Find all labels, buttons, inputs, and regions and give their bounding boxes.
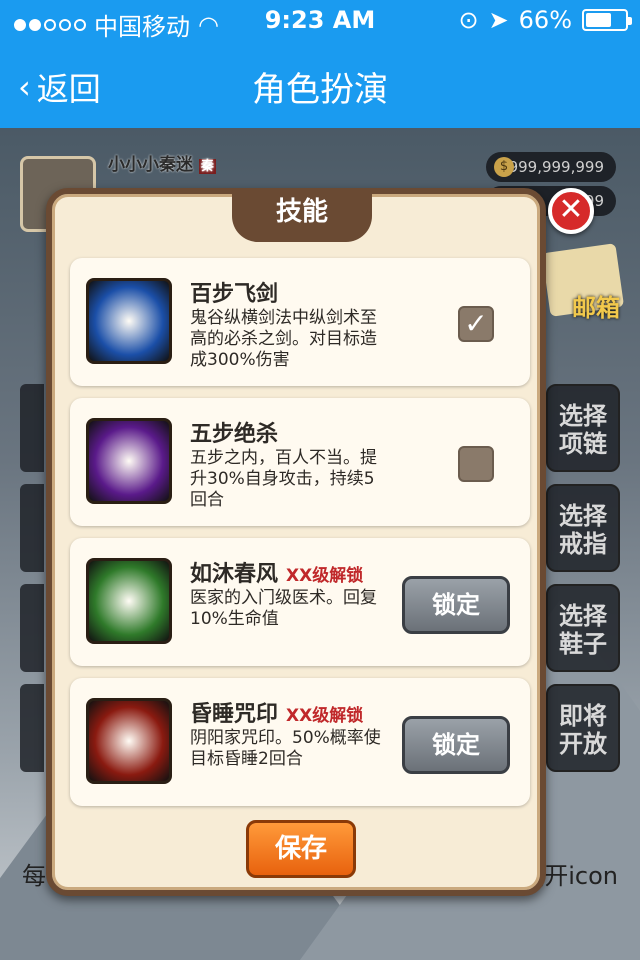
location-icon: ➤ [488, 6, 509, 34]
coin-value: 999,999,999 [508, 158, 604, 176]
unlock-level: XX级解锁 [286, 706, 364, 726]
skill-dialog: 技能 百步飞剑 鬼谷纵横剑法中纵剑术至高的必杀之剑。对目标造成300%伤害 ✓ … [46, 188, 546, 896]
skill-desc: 阴阳家咒印。50%概率使目标昏睡2回合 [190, 728, 381, 769]
skill-desc: 鬼谷纵横剑法中纵剑术至高的必杀之剑。对目标造成300%伤害 [190, 308, 377, 370]
nav-bar: ‹ 返回 角色扮演 [0, 40, 640, 128]
flying-swords-icon [86, 278, 172, 364]
skill-checkbox[interactable]: ✓ [458, 306, 494, 342]
skill-name: 五步绝杀 [190, 422, 279, 447]
coin-icon: $ [494, 157, 514, 177]
lock-rotation-icon: ⊙ [458, 6, 479, 34]
lock-button[interactable]: 锁定 [402, 716, 510, 774]
left-slot-1[interactable] [20, 384, 44, 472]
page-title: 角色扮演 [252, 70, 388, 110]
dialog-title: 技能 [232, 188, 372, 242]
player-name: 小小小秦迷 秦 [108, 155, 216, 175]
kill-slash-icon [86, 418, 172, 504]
select-necklace-button[interactable]: 选择 项链 [546, 384, 620, 472]
coin-counter: $999,999,999 [486, 152, 616, 182]
battery-fill [586, 13, 612, 27]
player-tag: 秦 [198, 159, 216, 174]
skill-card: 昏睡咒印 XX级解锁 阴阳家咒印。50%概率使目标昏睡2回合 锁定 [70, 678, 530, 806]
skill-desc: 医家的入门级医术。回复10%生命值 [190, 588, 377, 629]
skill-name: 昏睡咒印 XX级解锁 [190, 702, 364, 727]
mail-label: 邮箱 [572, 294, 620, 322]
left-slot-4[interactable] [20, 684, 44, 772]
skill-card[interactable]: 五步绝杀 五步之内，百人不当。提升30%自身攻击，持续5回合 [70, 398, 530, 526]
spring-breeze-icon [86, 558, 172, 644]
skill-name: 百步飞剑 [190, 282, 279, 307]
coming-soon-button[interactable]: 即将 开放 [546, 684, 620, 772]
battery-icon [582, 9, 632, 31]
left-slot-3[interactable] [20, 584, 44, 672]
select-ring-button[interactable]: 选择 戒指 [546, 484, 620, 572]
left-slot-2[interactable] [20, 484, 44, 572]
skill-name: 如沐春风 XX级解锁 [190, 562, 364, 587]
unlock-level: XX级解锁 [286, 566, 364, 586]
skill-card: 如沐春风 XX级解锁 医家的入门级医术。回复10%生命值 锁定 [70, 538, 530, 666]
save-button[interactable]: 保存 [246, 820, 356, 878]
lock-button[interactable]: 锁定 [402, 576, 510, 634]
status-right: ⊙ ➤ 66% [458, 6, 632, 34]
sleep-seal-icon [86, 698, 172, 784]
close-button[interactable]: ✕ [548, 188, 594, 234]
skill-desc: 五步之内，百人不当。提升30%自身攻击，持续5回合 [190, 448, 377, 510]
skill-checkbox[interactable] [458, 446, 494, 482]
select-shoes-button[interactable]: 选择 鞋子 [546, 584, 620, 672]
status-bar: 中国移动 ◠ 9:23 AM ⊙ ➤ 66% [0, 0, 640, 41]
skill-card[interactable]: 百步飞剑 鬼谷纵横剑法中纵剑术至高的必杀之剑。对目标造成300%伤害 ✓ [70, 258, 530, 386]
battery-percent: 66% [518, 6, 572, 34]
